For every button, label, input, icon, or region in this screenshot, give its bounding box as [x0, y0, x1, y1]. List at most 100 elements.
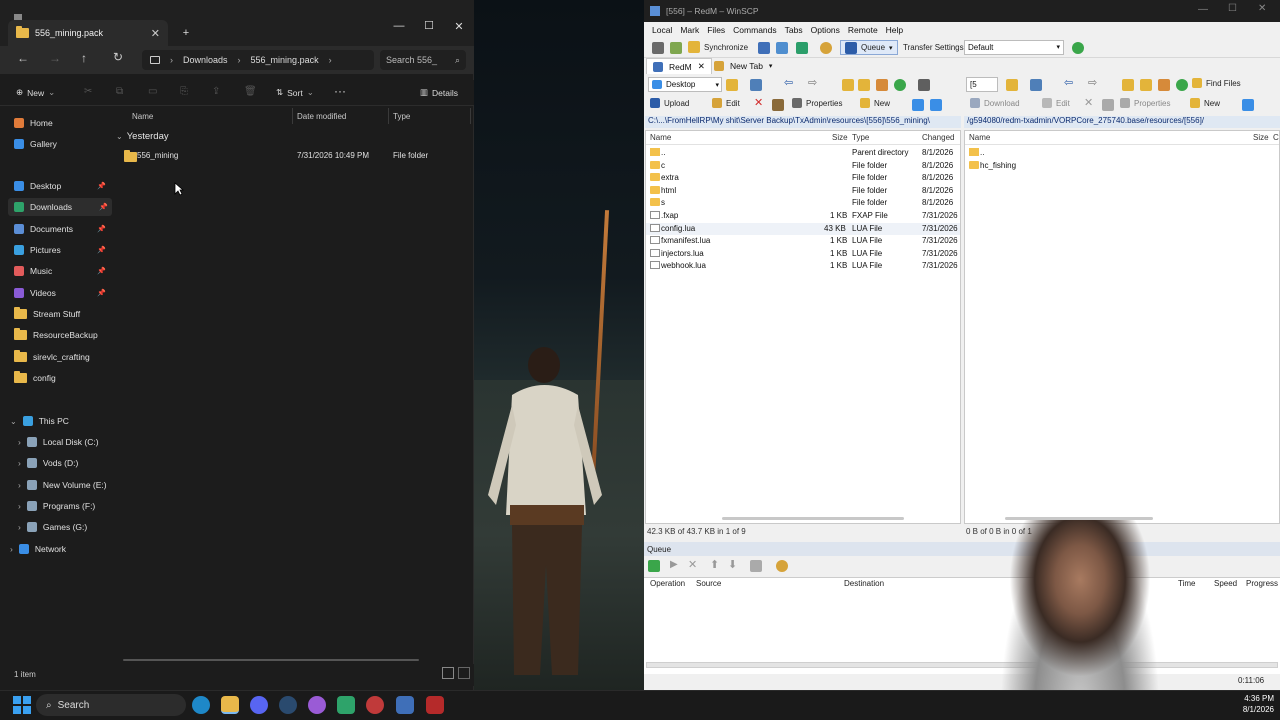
column-header-progress[interactable]: Progress	[1246, 579, 1278, 588]
remote-location-select[interactable]: [5	[966, 77, 998, 92]
menu-remote[interactable]: Remote	[848, 25, 878, 35]
play-icon[interactable]: ▶	[670, 559, 678, 570]
edge-icon[interactable]	[192, 696, 210, 714]
transfer-settings-select[interactable]: Default ▾	[964, 40, 1064, 55]
sidebar-item-documents[interactable]: Documents 📌	[14, 220, 110, 238]
column-header-date[interactable]: Date modified	[297, 112, 346, 121]
column-divider[interactable]	[292, 108, 293, 124]
column-header-name[interactable]: Name	[969, 133, 990, 142]
sites-icon[interactable]	[670, 42, 682, 54]
minimize-icon[interactable]: —	[392, 20, 406, 32]
back-icon[interactable]: ⇦	[1064, 76, 1073, 89]
copy-icon[interactable]: ⧉	[116, 86, 123, 97]
settings-gear-icon[interactable]	[820, 42, 832, 54]
steam-icon[interactable]	[279, 696, 297, 714]
menu-files[interactable]: Files	[707, 25, 725, 35]
forward-icon[interactable]: ⇨	[1088, 76, 1097, 89]
tab-new-tab[interactable]: New Tab ▾	[708, 58, 778, 74]
windows-start-icon[interactable]	[13, 696, 31, 714]
settings-gear-icon[interactable]	[776, 560, 788, 572]
table-row[interactable]: .fxap 1 KB FXAP File 7/31/2026	[646, 210, 960, 223]
sidebar-item-drive[interactable]: › Local Disk (C:)	[18, 433, 114, 451]
winscp-taskbar-icon[interactable]	[396, 696, 414, 714]
column-header-type[interactable]: Type	[393, 112, 410, 121]
close-icon[interactable]: ✕	[1258, 3, 1266, 14]
breadcrumb-current-folder[interactable]: 556_mining.pack	[251, 55, 319, 65]
menu-mark[interactable]: Mark	[680, 25, 699, 35]
rename-icon[interactable]: ⎘	[180, 86, 188, 97]
column-header-time[interactable]: Time	[1178, 579, 1195, 588]
back-icon[interactable]: ⇦	[784, 76, 793, 89]
new-session-icon[interactable]	[652, 42, 664, 54]
column-header-destination[interactable]: Destination	[844, 579, 884, 588]
move-up-icon[interactable]: ⬆	[710, 558, 719, 571]
column-header-changed[interactable]: C	[1273, 133, 1279, 142]
sidebar-item-drive[interactable]: › Programs (F:)	[18, 497, 114, 515]
filter-icon[interactable]	[1030, 79, 1042, 91]
column-header-name[interactable]: Name	[650, 133, 671, 142]
terminal-icon[interactable]	[776, 42, 788, 54]
sidebar-item-drive[interactable]: › Vods (D:)	[18, 454, 114, 472]
root-directory-icon[interactable]	[858, 79, 870, 91]
delete-icon[interactable]: ✕	[1084, 96, 1093, 109]
delete-icon[interactable]: ✕	[754, 96, 763, 109]
up-icon[interactable]: ↑	[81, 51, 87, 65]
more-options-icon[interactable]: ···	[334, 84, 346, 98]
sidebar-item-folder[interactable]: Stream Stuff	[14, 305, 110, 323]
view-icon[interactable]	[918, 79, 930, 91]
table-row[interactable]: c File folder 8/1/2026	[646, 160, 960, 173]
menu-tabs[interactable]: Tabs	[785, 25, 803, 35]
home-icon[interactable]	[876, 79, 888, 91]
sidebar-item-home[interactable]: Home	[14, 114, 110, 132]
sidebar-item-folder[interactable]: ResourceBackup	[14, 326, 110, 344]
forward-icon[interactable]: →	[49, 51, 61, 65]
column-header-type[interactable]: Type	[852, 133, 869, 142]
system-clock[interactable]: 4:36 PM 8/1/2026	[1222, 693, 1274, 715]
group-header[interactable]: ⌄ Yesterday	[116, 131, 169, 142]
remote-new-button[interactable]: New	[1190, 98, 1220, 108]
remote-path[interactable]: /g594080/redm-txadmin/VORPCore_275740.ba…	[964, 116, 1280, 128]
paste-icon[interactable]: ▭	[148, 86, 157, 97]
table-row[interactable]: s File folder 8/1/2026	[646, 197, 960, 210]
menu-help[interactable]: Help	[886, 25, 903, 35]
local-location-select[interactable]: Desktop ▾	[648, 77, 722, 92]
rename-icon[interactable]	[1102, 99, 1114, 111]
parent-directory-icon[interactable]	[842, 79, 854, 91]
app-icon[interactable]	[366, 696, 384, 714]
compare-icon[interactable]	[758, 42, 770, 54]
table-row[interactable]: fxmanifest.lua 1 KB LUA File 7/31/2026	[646, 235, 960, 248]
column-header-operation[interactable]: Operation	[650, 579, 685, 588]
forward-icon[interactable]: ⇨	[808, 76, 817, 89]
file-explorer-icon[interactable]	[221, 696, 239, 714]
back-icon[interactable]: ←	[17, 51, 29, 65]
open-folder-icon[interactable]	[1006, 79, 1018, 91]
sidebar-item-desktop[interactable]: Desktop 📌	[14, 177, 110, 195]
horizontal-scrollbar[interactable]	[123, 659, 419, 661]
column-header-size[interactable]: Size	[832, 133, 848, 142]
open-folder-icon[interactable]	[726, 79, 738, 91]
queue-button[interactable]: Queue ▾	[840, 40, 898, 55]
refresh-icon[interactable]	[1176, 79, 1188, 91]
sidebar-item-pictures[interactable]: Pictures 📌	[14, 241, 110, 259]
close-icon[interactable]: ✕	[452, 20, 466, 33]
tab-redm[interactable]: RedM ✕	[646, 58, 712, 74]
column-header-speed[interactable]: Speed	[1214, 579, 1237, 588]
sidebar-item-folder[interactable]: sirevlc_crafting	[14, 348, 110, 366]
app-icon[interactable]	[308, 696, 326, 714]
details-view-icon[interactable]	[442, 667, 454, 679]
column-header-source[interactable]: Source	[696, 579, 721, 588]
explorer-tab[interactable]: 556_mining.pack ✕	[8, 20, 168, 46]
move-down-icon[interactable]: ⬇	[728, 558, 737, 571]
column-header-changed[interactable]: Changed	[922, 133, 954, 142]
parent-directory-icon[interactable]	[1122, 79, 1134, 91]
sidebar-item-drive[interactable]: › New Volume (E:)	[18, 476, 114, 494]
putty-icon[interactable]	[796, 42, 808, 54]
properties-button[interactable]: Properties	[792, 98, 842, 108]
horizontal-scrollbar[interactable]	[722, 517, 904, 520]
sidebar-item-videos[interactable]: Videos 📌	[14, 284, 110, 302]
remote-edit-button[interactable]: Edit	[1042, 98, 1070, 108]
edit-button[interactable]: Edit	[712, 98, 740, 108]
share-icon[interactable]: ⇪	[212, 86, 220, 97]
deselect-icon[interactable]	[930, 99, 942, 111]
home-icon[interactable]	[1158, 79, 1170, 91]
